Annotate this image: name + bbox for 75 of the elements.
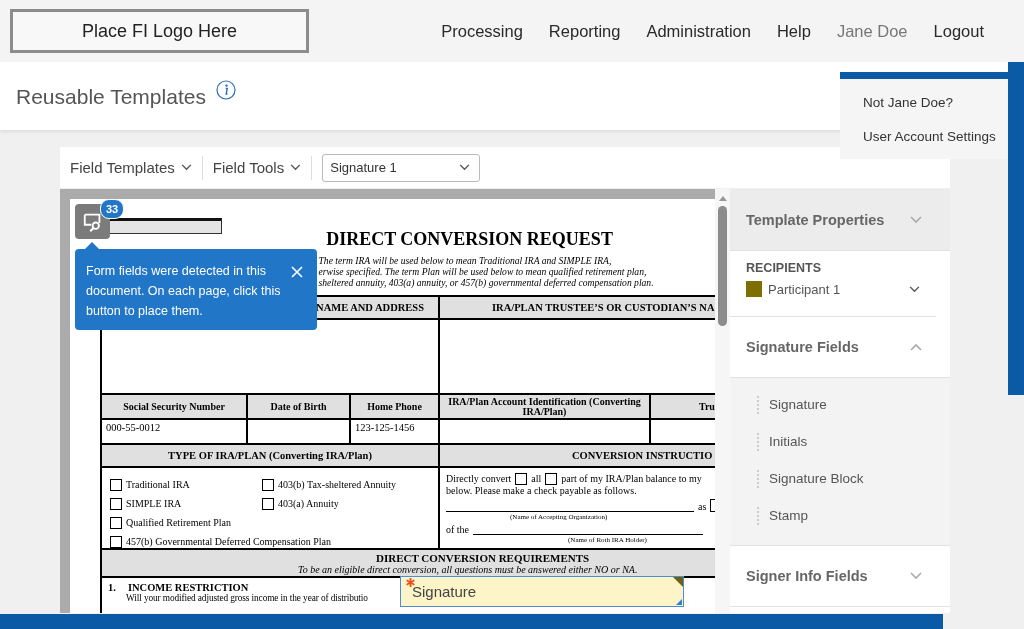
column-header: IRA/PLAN TRUSTEE’S OR CUSTODIAN’S NA	[440, 297, 715, 320]
section-header: CONVERSION INSTRUCTIO	[440, 445, 715, 468]
checkbox[interactable]	[545, 473, 558, 485]
section-header[interactable]: Signer Info Fields	[730, 546, 950, 607]
option-label: SIMPLE IRA	[126, 498, 182, 509]
drag-handle-icon	[757, 395, 759, 414]
drag-handle-icon	[757, 469, 759, 488]
section-subtitle: To be an eligible direct conversion, all questions must be answered either NO or NA.	[297, 564, 639, 575]
intro-text: erwise specified. The term Plan will be used below to mean qualified retirement plan,	[318, 266, 648, 277]
intro-text: The term IRA will be used below to mean Traditional IRA and SIMPLE IRA,	[318, 255, 613, 266]
item-heading: INCOME RESTRICTION	[127, 582, 249, 593]
checkbox[interactable]	[262, 478, 274, 491]
instruction-text: Directly convert	[446, 474, 512, 484]
column-header: Date of Birth	[248, 395, 351, 420]
corner-marker-icon	[673, 577, 683, 587]
field-list-item[interactable]: Signature Block	[730, 460, 950, 497]
logo-text: Place FI Logo Here	[81, 20, 238, 42]
close-icon	[291, 266, 303, 278]
caret-icon	[290, 164, 302, 171]
menu-item[interactable]: Not Jane Doe?	[840, 86, 1008, 120]
option-label: part of my IRA/Plan balance to my	[561, 474, 702, 484]
checkbox[interactable]	[110, 478, 122, 491]
resize-handle-icon[interactable]	[676, 599, 682, 605]
drag-handle-icon	[757, 506, 759, 525]
nav-link[interactable]: Logout	[933, 21, 984, 41]
section-header[interactable]: Template Properties	[730, 189, 950, 251]
column-header: IRA/Plan Account Identification (Converting IRA/Plan)	[440, 395, 651, 420]
menu-item[interactable]: User Account Settings	[840, 120, 1008, 154]
section-header: TYPE OF IRA/PLAN (Converting IRA/Plan)	[102, 445, 440, 468]
checkbox[interactable]	[515, 473, 528, 485]
scrollbar-thumb[interactable]	[718, 206, 727, 326]
nav-link[interactable]: Help	[776, 21, 811, 41]
page-title: Reusable Templates	[16, 85, 206, 109]
scroll-up-icon[interactable]	[719, 196, 727, 201]
caret-icon	[909, 285, 920, 293]
drag-handle-icon	[757, 432, 759, 451]
caret-icon	[180, 164, 192, 171]
instruction-text: of the	[446, 525, 470, 535]
info-icon[interactable]	[215, 80, 236, 100]
option-label: all	[531, 474, 542, 484]
field-list-item[interactable]: Signature	[730, 386, 950, 423]
field-select[interactable]: Signature 1	[322, 153, 481, 182]
checkbox[interactable]	[262, 497, 274, 510]
nav-link[interactable]: Reporting	[548, 21, 621, 41]
option-label: Qualified Retirement Plan	[126, 517, 231, 528]
column-header: Social Security Number	[102, 395, 248, 420]
column-header: Home Phone	[351, 395, 440, 420]
field-list-item[interactable]: Stamp	[730, 497, 950, 534]
menu-button[interactable]: Field Tools	[212, 159, 302, 176]
checkbox[interactable]	[110, 516, 122, 529]
checkbox[interactable]	[110, 535, 122, 548]
form-title: DIRECT CONVERSION REQUEST	[325, 229, 614, 250]
option-label: 403(b) Tax-sheltered Annuity	[278, 479, 396, 490]
recipient-select[interactable]: Participant 1	[746, 281, 920, 297]
column-header: Tru	[651, 395, 715, 420]
signature-field[interactable]: Signature	[400, 576, 684, 607]
item-number: 1.	[108, 582, 116, 593]
nav-link[interactable]: Jane Doe	[836, 21, 908, 41]
question-text: Will your modified adjusted gross income in the year of distributio	[126, 593, 368, 603]
option-label: 457(b) Governmental Deferred Compensation Plan	[126, 536, 331, 547]
intro-text: sheltered annuity, 403(a) annuity, or 457(b) governmental deferred compensation plan.	[318, 277, 655, 288]
option-label: Traditional IRA	[126, 479, 190, 490]
nav-link[interactable]: Administration	[646, 21, 751, 41]
section-header: DIRECT CONVERSION REQUIREMENTS	[375, 552, 591, 564]
caret-icon	[459, 164, 471, 171]
scrollbar[interactable]	[715, 189, 730, 613]
instruction-text: as	[698, 502, 707, 512]
close-button[interactable]	[291, 266, 303, 278]
field-list-item[interactable]: Initials	[730, 423, 950, 460]
section-label: RECIPIENTS	[746, 261, 822, 275]
menu-button[interactable]: Field Templates	[70, 159, 192, 176]
checkbox[interactable]	[110, 497, 122, 510]
option-label: 403(a) Annuity	[278, 498, 339, 509]
instruction-text: below. Please make a check payable as follows.	[446, 486, 638, 496]
nav-link[interactable]: Processing	[441, 21, 523, 41]
